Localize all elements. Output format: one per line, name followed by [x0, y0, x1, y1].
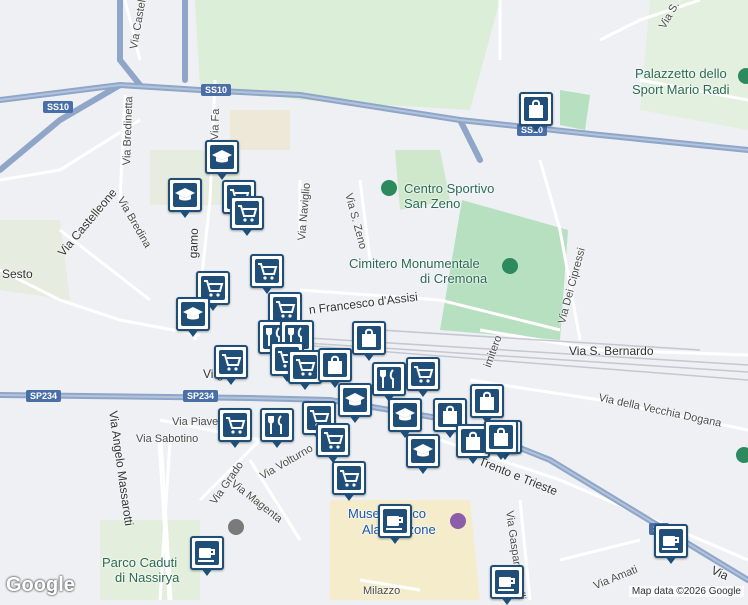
map-marker[interactable] — [519, 92, 553, 132]
via-fa-label: Via Fa — [209, 108, 223, 141]
parco-label-1: Parco Caduti — [102, 555, 178, 570]
shopping-bag-icon — [328, 355, 342, 374]
ss10-shield: SS10 — [43, 101, 74, 113]
ss10-shield: SS10 — [201, 84, 232, 96]
graduation-cap-icon — [413, 444, 433, 457]
coffee-cup-icon — [386, 516, 403, 530]
map-marker[interactable] — [176, 297, 210, 337]
map-marker[interactable] — [316, 423, 350, 463]
shopping-cart-icon — [204, 280, 224, 297]
map-marker[interactable] — [288, 350, 322, 390]
sp234-shield: SP234 — [26, 390, 62, 402]
map-marker[interactable] — [654, 524, 688, 564]
milazzo-label: Milazzo — [363, 585, 401, 597]
map-marker[interactable] — [490, 565, 524, 605]
graduation-cap-icon — [175, 188, 195, 201]
map-marker[interactable] — [352, 321, 386, 361]
green-area — [560, 90, 590, 130]
centro-sportivo-label-1: Centro Sportivo — [404, 181, 495, 196]
google-logo[interactable]: Google — [6, 574, 75, 597]
graduation-cap-icon — [183, 307, 203, 320]
graduation-cap-icon — [212, 150, 232, 163]
map-marker[interactable] — [372, 362, 406, 402]
shopping-cart-icon — [340, 470, 360, 487]
map-marker[interactable] — [378, 504, 412, 544]
shopping-bag-icon — [529, 99, 543, 118]
coffee-cup-icon — [662, 536, 679, 550]
map-marker[interactable] — [338, 383, 372, 423]
palazzetto-label-1: Palazzetto dello — [635, 66, 727, 81]
shopping-cart-icon — [226, 417, 246, 434]
shopping-cart-icon — [324, 432, 344, 449]
map-marker[interactable] — [484, 420, 518, 460]
shopping-cart-icon — [276, 301, 296, 318]
map-marker[interactable] — [406, 357, 440, 397]
green-area — [230, 110, 290, 150]
shopping-cart-icon — [258, 263, 278, 280]
cemetery-icon — [502, 258, 518, 274]
coffee-cup-icon — [198, 548, 215, 562]
shopping-cart-icon — [222, 354, 242, 371]
via-sabotino-label: Via Sabotino — [136, 433, 199, 445]
map-marker[interactable] — [205, 140, 239, 180]
graduation-cap-icon — [395, 408, 415, 421]
sp234-shield: SP234 — [183, 390, 219, 402]
shopping-bag-icon — [443, 405, 457, 424]
graduation-cap-icon — [345, 393, 365, 406]
map-marker[interactable] — [214, 345, 248, 385]
cimitero-label-1: Cimitero Monumentale — [349, 256, 480, 271]
bergamo-label: gamo — [186, 227, 202, 259]
shopping-cart-icon — [238, 205, 258, 222]
map-marker[interactable] — [332, 461, 366, 501]
shopping-bag-icon — [480, 391, 494, 410]
green-area — [640, 0, 748, 130]
via-s-bernardo-label: Via S. Bernardo — [569, 344, 654, 358]
parco-label-2: di Nassirya — [115, 570, 180, 585]
cimitero-label-2: di Cremona — [420, 271, 488, 286]
shopping-bag-icon — [494, 427, 508, 446]
map-attribution: Map data ©2026 Google — [628, 586, 744, 597]
centro-sportivo-label-2: San Zeno — [404, 196, 461, 211]
map-marker[interactable] — [190, 536, 224, 576]
map-marker[interactable] — [230, 196, 264, 236]
map-marker[interactable] — [406, 434, 440, 474]
restaurant-icon — [268, 415, 282, 434]
shopping-cart-icon — [296, 359, 316, 376]
map-marker[interactable] — [470, 384, 504, 424]
via-bredinetta-label: Via Bredinetta — [121, 96, 136, 166]
shopping-bag-icon — [362, 328, 376, 347]
museum-icon — [450, 513, 466, 529]
school-poi-icon — [228, 519, 244, 535]
map-marker[interactable] — [218, 408, 252, 448]
map-marker[interactable] — [318, 348, 352, 388]
map-marker[interactable] — [250, 254, 284, 294]
shopping-cart-icon — [414, 366, 434, 383]
palazzetto-label-2: Sport Mario Radi — [632, 82, 730, 97]
via-piave-label: Via Piave — [172, 416, 219, 428]
sports-centre-icon — [381, 180, 397, 196]
coffee-cup-icon — [498, 577, 515, 591]
map-marker[interactable] — [388, 398, 422, 438]
shopping-bag-icon — [466, 431, 480, 450]
map-marker[interactable] — [260, 408, 294, 448]
map-marker[interactable] — [168, 178, 202, 218]
restaurant-icon — [380, 369, 394, 388]
sesto-label: Sesto — [2, 267, 33, 281]
